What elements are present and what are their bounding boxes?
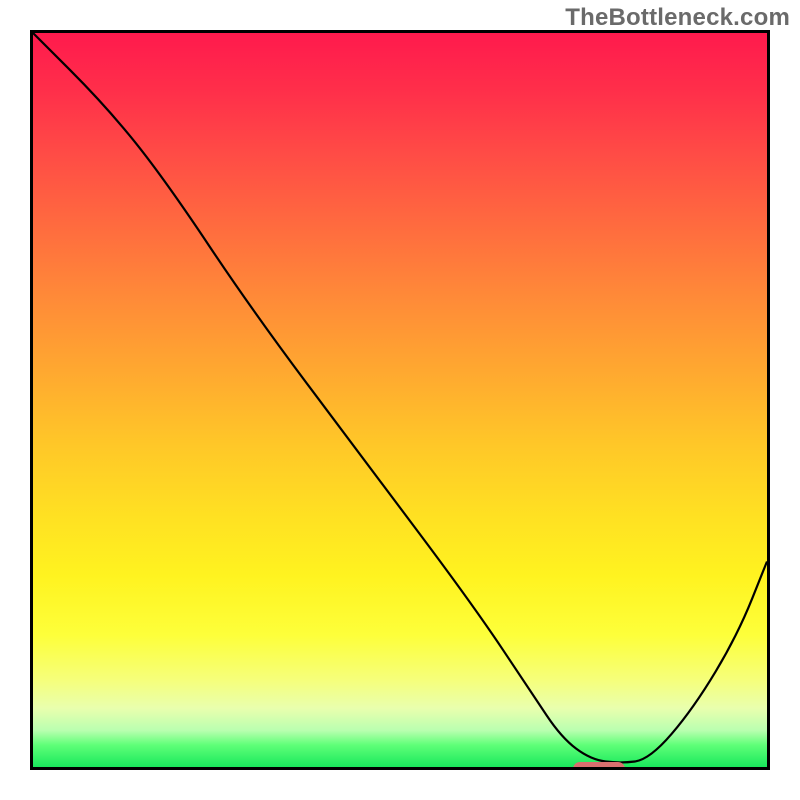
watermark-text: TheBottleneck.com (565, 4, 790, 32)
plot-area (30, 30, 770, 770)
bottleneck-curve (33, 33, 767, 767)
curve-path (33, 33, 767, 762)
optimum-marker (573, 762, 625, 770)
chart-container: TheBottleneck.com (0, 0, 800, 800)
